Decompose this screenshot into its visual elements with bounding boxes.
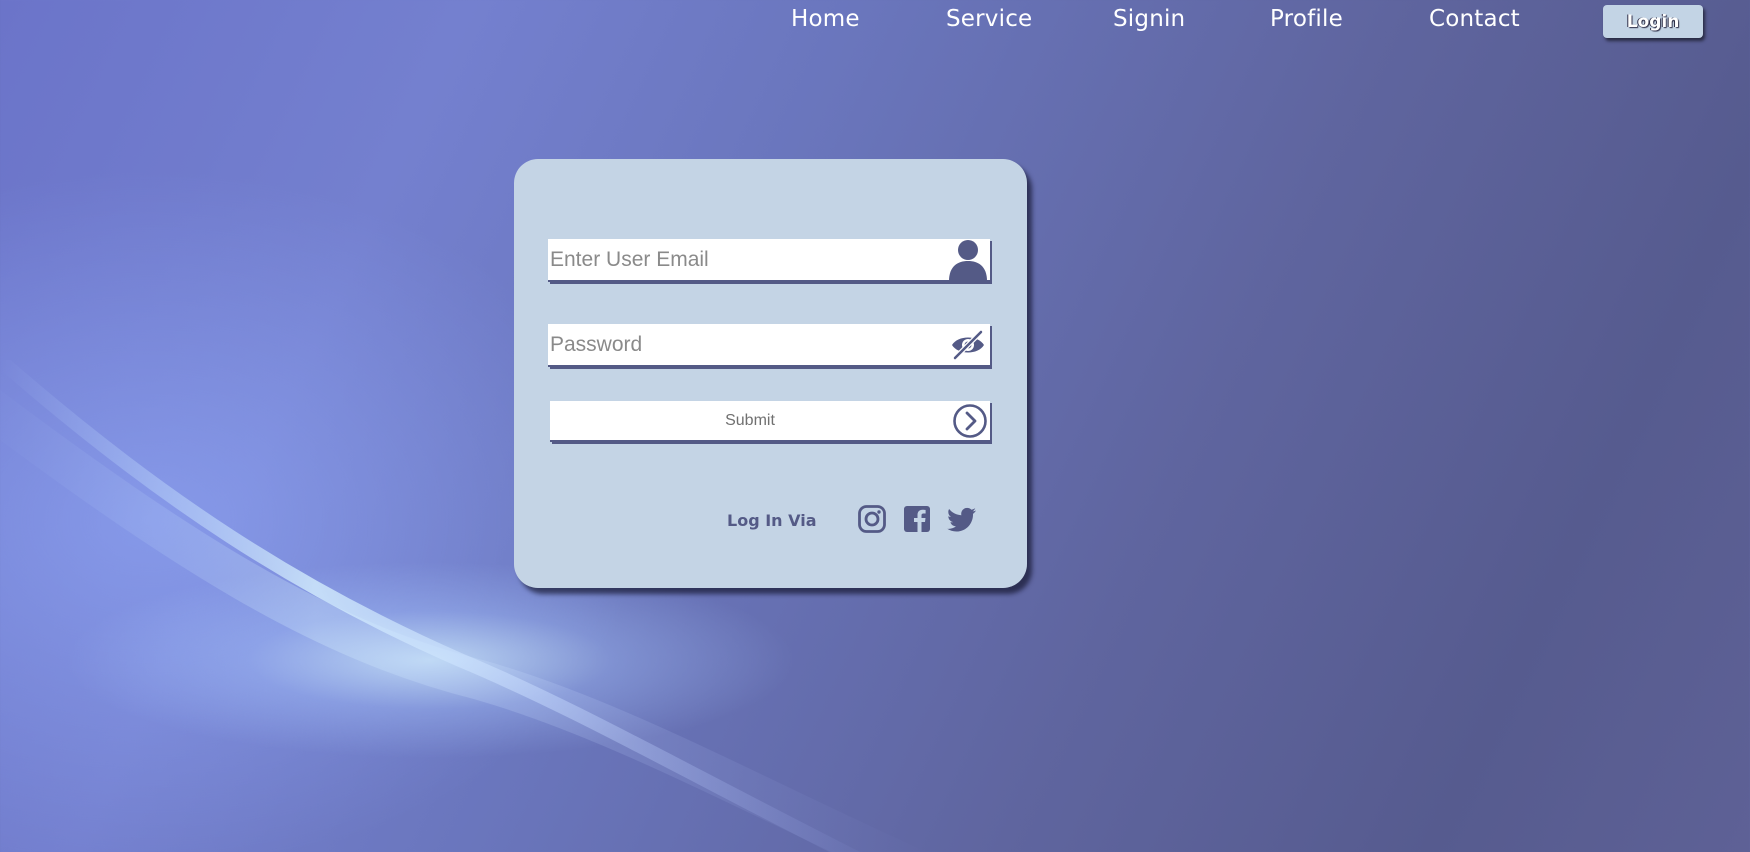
twitter-icon[interactable] — [946, 504, 976, 534]
top-navigation: Home Service Signin Profile Contact Logi… — [0, 0, 1750, 48]
facebook-icon[interactable] — [902, 504, 932, 534]
submit-label: Submit — [725, 412, 775, 429]
nav-service-link[interactable]: Service — [946, 6, 1032, 32]
nav-signin-link[interactable]: Signin — [1113, 6, 1185, 32]
password-field-wrapper — [548, 324, 990, 367]
email-field-wrapper — [548, 239, 990, 282]
email-input[interactable] — [548, 239, 948, 280]
instagram-icon[interactable] — [857, 504, 887, 534]
chevron-right-circle-icon — [953, 404, 987, 438]
user-icon — [948, 239, 988, 281]
login-card: Submit Log In Via — [514, 159, 1027, 588]
nav-contact-link[interactable]: Contact — [1429, 6, 1520, 32]
password-input[interactable] — [548, 324, 948, 365]
eye-slash-icon[interactable] — [948, 324, 988, 365]
login-button[interactable]: Login — [1603, 5, 1703, 38]
login-via-label: Log In Via — [727, 511, 817, 530]
submit-button[interactable]: Submit — [550, 401, 990, 442]
nav-home-link[interactable]: Home — [791, 6, 860, 32]
nav-profile-link[interactable]: Profile — [1270, 6, 1343, 32]
